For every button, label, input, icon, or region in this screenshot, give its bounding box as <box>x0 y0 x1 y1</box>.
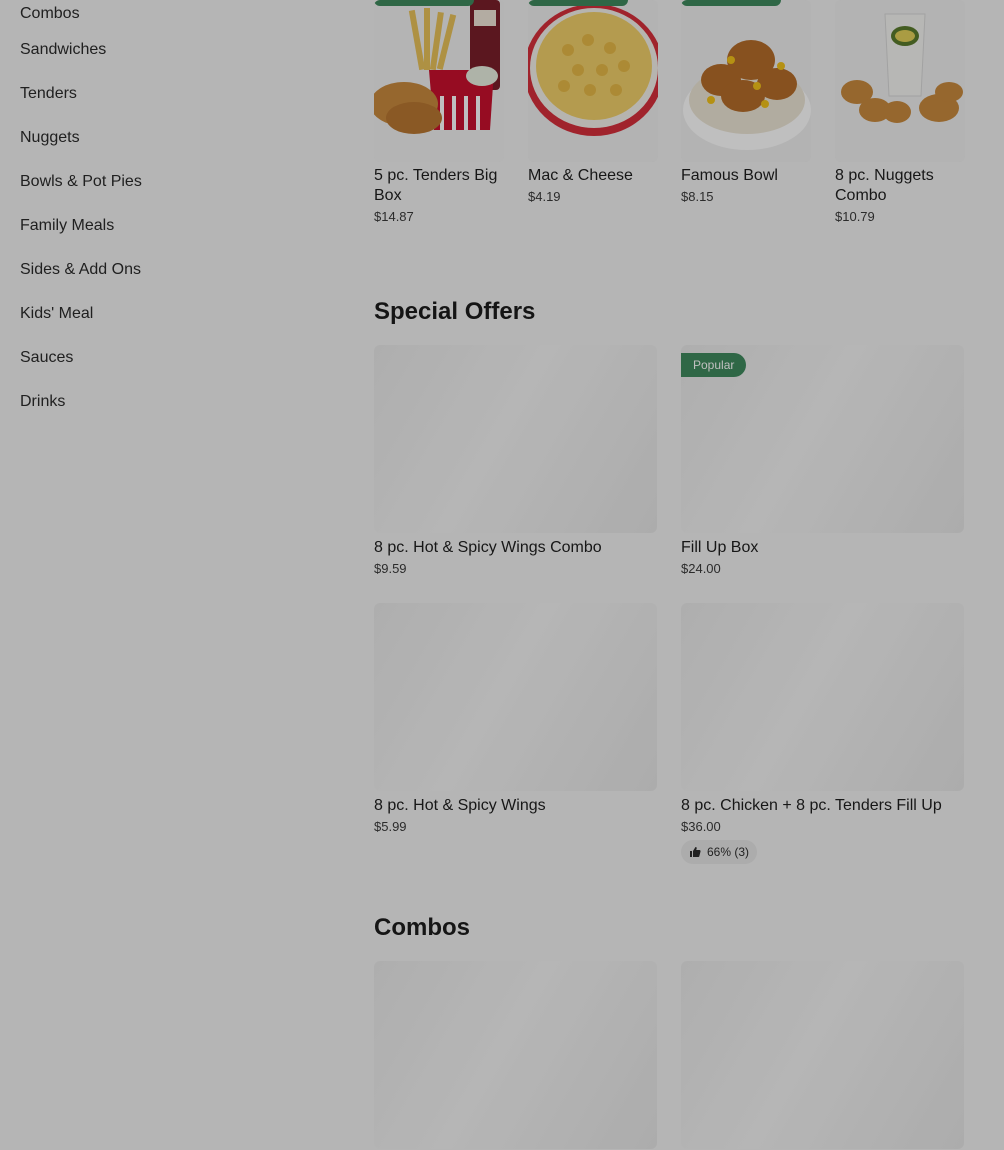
sidebar-item-bowls-pot-pies[interactable]: Bowls & Pot Pies <box>20 160 320 204</box>
item-price: $8.15 <box>681 189 714 204</box>
sidebar-item-drinks[interactable]: Drinks <box>20 380 320 424</box>
item-image-placeholder: Popular <box>681 345 964 533</box>
thumbs-up-icon <box>690 847 701 857</box>
item-badge <box>528 0 628 6</box>
item-badge <box>681 0 781 6</box>
item-name: 8 pc. Chicken + 8 pc. Tenders Fill Up <box>681 797 942 814</box>
item-price: $5.99 <box>374 819 407 834</box>
menu-item-card[interactable]: Famous Bowl $8.15 <box>681 0 811 204</box>
item-price: $10.79 <box>835 209 875 224</box>
rating-badge: 66% (3) <box>681 840 758 864</box>
item-image-placeholder <box>374 345 657 533</box>
item-image-placeholder <box>374 961 657 1149</box>
menu-item-card[interactable]: 8 pc. Chicken + 8 pc. Tenders Fill Up $3… <box>681 603 964 864</box>
item-image <box>681 0 811 162</box>
item-image <box>374 0 504 162</box>
sidebar-item-nuggets[interactable]: Nuggets <box>20 116 320 160</box>
menu-item-card[interactable]: Popular Fill Up Box $24.00 <box>681 345 964 576</box>
item-image-placeholder <box>681 603 964 791</box>
sidebar-item-kids-meal[interactable]: Kids' Meal <box>20 292 320 336</box>
item-name: Mac & Cheese <box>528 167 633 184</box>
item-name: 8 pc. Hot & Spicy Wings Combo <box>374 539 602 556</box>
item-name: Famous Bowl <box>681 167 778 184</box>
menu-item-card[interactable]: 8 pc. Hot & Spicy Wings Combo $9.59 <box>374 345 657 576</box>
category-sidebar: Combos Sandwiches Tenders Nuggets Bowls … <box>20 0 320 424</box>
section-title-combos: Combos <box>374 914 470 941</box>
menu-item-card[interactable] <box>374 961 657 1149</box>
menu-item-card[interactable]: 8 pc. Nuggets Combo $10.79 <box>835 0 965 224</box>
item-image <box>528 0 658 162</box>
sidebar-item-sides-add-ons[interactable]: Sides & Add Ons <box>20 248 320 292</box>
item-name: 5 pc. Tenders Big Box <box>374 167 498 204</box>
item-price: $14.87 <box>374 209 414 224</box>
sidebar-item-sandwiches[interactable]: Sandwiches <box>20 28 320 72</box>
item-price: $4.19 <box>528 189 561 204</box>
popular-badge: Popular <box>681 353 747 377</box>
sidebar-item-tenders[interactable]: Tenders <box>20 72 320 116</box>
item-name: 8 pc. Nuggets Combo <box>835 167 934 204</box>
rating-text: 66% (3) <box>707 845 750 859</box>
item-image <box>835 0 965 162</box>
item-image-placeholder <box>374 603 657 791</box>
item-price: $24.00 <box>681 561 721 576</box>
menu-item-card[interactable]: Mac & Cheese $4.19 <box>528 0 658 204</box>
menu-item-card[interactable]: 5 pc. Tenders Big Box $14.87 <box>374 0 504 224</box>
sidebar-item-combos[interactable]: Combos <box>20 0 320 28</box>
item-badge <box>374 0 474 6</box>
item-image-placeholder <box>681 961 964 1149</box>
sidebar-item-family-meals[interactable]: Family Meals <box>20 204 320 248</box>
item-price: $9.59 <box>374 561 407 576</box>
menu-item-card[interactable] <box>681 961 964 1149</box>
section-title-special-offers: Special Offers <box>374 298 536 325</box>
featured-items-row: 5 pc. Tenders Big Box $14.87 Mac & Chees… <box>374 0 965 240</box>
menu-item-card[interactable]: 8 pc. Hot & Spicy Wings $5.99 <box>374 603 657 834</box>
sidebar-item-sauces[interactable]: Sauces <box>20 336 320 380</box>
item-name: Fill Up Box <box>681 539 759 556</box>
item-price: $36.00 <box>681 819 721 834</box>
item-name: 8 pc. Hot & Spicy Wings <box>374 797 546 814</box>
